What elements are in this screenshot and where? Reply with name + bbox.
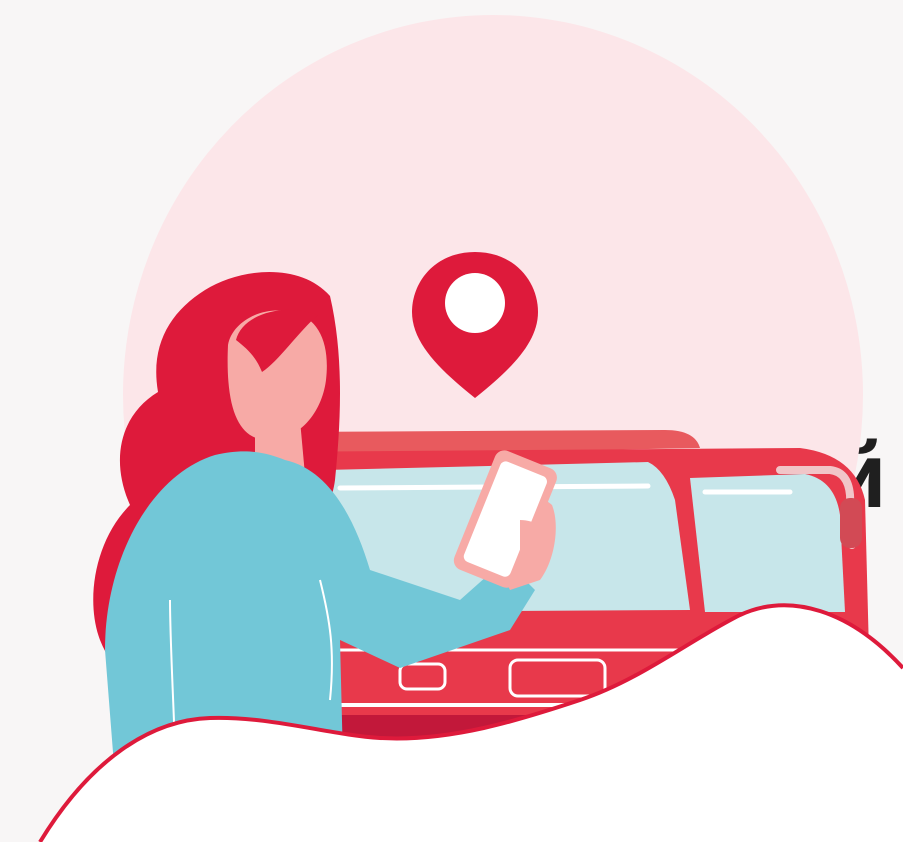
- bus-mirror: [840, 498, 862, 548]
- illustration-svg: [0, 15, 903, 842]
- promo-illustration: й: [0, 0, 903, 842]
- bus-side-window: [690, 474, 845, 612]
